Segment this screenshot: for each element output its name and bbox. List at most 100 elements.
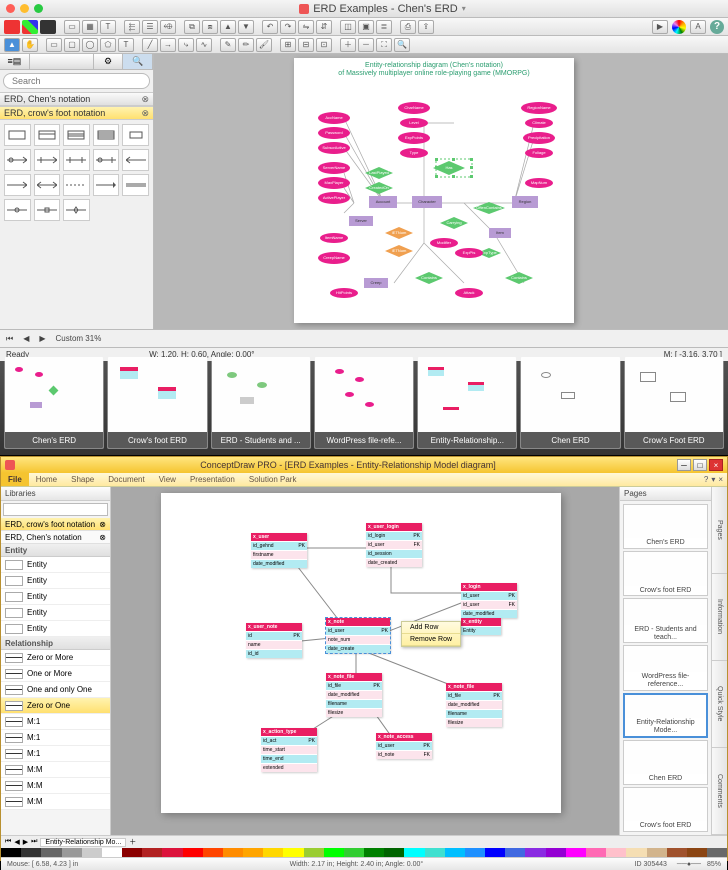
table-userlogin[interactable]: x_user_login id_loginPK id_userFK id_ses… (366, 523, 422, 567)
library-header-crowsfoot[interactable]: ERD, crow's foot notation ⊗ (0, 106, 153, 120)
align-left-icon[interactable]: ⬱ (124, 20, 140, 34)
win-lib-chen[interactable]: ERD, Chen's notation⊗ (1, 531, 110, 544)
shape-rel-7[interactable] (63, 199, 90, 221)
rel-shape[interactable]: M:1 (1, 714, 110, 730)
color-swatch[interactable] (142, 848, 162, 857)
table-entity[interactable]: x_entity Entity (461, 618, 501, 635)
thumbnail[interactable]: Entity-Relationship... (417, 356, 517, 449)
add-page-icon[interactable]: ＋ (129, 837, 136, 847)
table-note-selected[interactable]: x_note id_userPK note_num date_create (326, 618, 390, 653)
table-user[interactable]: x_user id_gehndPK firstname date_modifie… (251, 533, 307, 568)
canvas[interactable]: Entity-relationship diagram (Chen's nota… (154, 54, 728, 329)
color-swatch[interactable] (21, 848, 41, 857)
hand-tool-icon[interactable]: ✋ (22, 38, 38, 52)
ribbon-tab-home[interactable]: Home (29, 473, 64, 486)
color-swatch[interactable] (687, 848, 707, 857)
color-swatch[interactable] (263, 848, 283, 857)
minimize-button[interactable] (20, 4, 29, 13)
zoom-slider[interactable]: ──●── (677, 861, 701, 868)
nav-first-icon[interactable]: ⏮ (5, 838, 11, 846)
rel-shape[interactable]: Zero or One (1, 698, 110, 714)
table-noteaccess[interactable]: x_note_access id_userPK id_noteFK (376, 733, 432, 759)
image-tool-icon[interactable]: ▣ (358, 20, 374, 34)
page-thumb[interactable]: WordPress file-reference... (623, 645, 708, 690)
pen-tool-icon[interactable]: ✎ (220, 38, 236, 52)
page-thumb[interactable]: ERD - Students and teach... (623, 598, 708, 643)
vtab-info[interactable]: Information (712, 574, 727, 661)
shape-rel-mm[interactable] (34, 174, 61, 196)
library-tab-icon[interactable]: ≡▤ (0, 54, 30, 69)
nav-last-icon[interactable]: ⏭ (31, 838, 37, 846)
shape-entity[interactable] (4, 124, 31, 146)
table-usernote[interactable]: x_user_note idPK name id_id (246, 623, 302, 658)
color-swatch[interactable] (122, 848, 142, 857)
zoom-button[interactable] (34, 4, 43, 13)
group-icon[interactable]: ⧉ (184, 20, 200, 34)
align-right-icon[interactable]: ⬲ (160, 20, 176, 34)
polygon-icon[interactable]: ⬠ (100, 38, 116, 52)
ribbon-tab-shape[interactable]: Shape (64, 473, 101, 486)
zoom-out-icon[interactable]: － (358, 38, 374, 52)
entity-shape[interactable]: Entity (1, 589, 110, 605)
library-options-icon[interactable]: ⚙ (94, 54, 124, 69)
color-swatch[interactable] (304, 848, 324, 857)
snap-objects-icon[interactable]: ⊡ (316, 38, 332, 52)
table-tool-icon[interactable]: ▦ (82, 20, 98, 34)
back-icon[interactable]: ▼ (238, 20, 254, 34)
thumbnail[interactable]: Chen's ERD (4, 356, 104, 449)
layers-icon[interactable]: ≣ (376, 20, 392, 34)
library-close-icon[interactable]: ⊗ (141, 108, 149, 119)
entity-shape[interactable]: Entity (1, 621, 110, 637)
search-tab-icon[interactable]: 🔍 (123, 54, 153, 69)
curve-icon[interactable]: ∿ (196, 38, 212, 52)
page-tab[interactable]: Entity-Relationship Mo... (40, 838, 126, 847)
color-swatch[interactable] (183, 848, 203, 857)
thumbnail[interactable]: ERD - Students and ... (211, 356, 311, 449)
ribbon-close-icon[interactable]: × (718, 475, 723, 484)
ribbon-tab-solution[interactable]: Solution Park (242, 473, 304, 486)
vtab-style[interactable]: Quick Style (712, 661, 727, 748)
shape-entity-header[interactable] (34, 124, 61, 146)
color-swatch[interactable] (546, 848, 566, 857)
rect-shape-icon[interactable]: ▭ (46, 38, 62, 52)
dropdown-caret-icon[interactable]: ▾ (462, 4, 466, 13)
chart-tool-icon[interactable]: ◫ (340, 20, 356, 34)
table-notefile2[interactable]: x_note_file id_filePK date_modified file… (446, 683, 502, 727)
fonts-icon[interactable]: A (690, 20, 706, 34)
snap-grid-icon[interactable]: ⊞ (280, 38, 296, 52)
flip-h-icon[interactable]: ⇋ (298, 20, 314, 34)
shape-entity-rows[interactable] (63, 124, 90, 146)
pencil-icon[interactable]: ✏ (238, 38, 254, 52)
color-swatch[interactable] (41, 848, 61, 857)
line-tool-icon[interactable]: ╱ (142, 38, 158, 52)
page-thumb[interactable]: Chen ERD (623, 740, 708, 785)
vtab-comments[interactable]: Comments (712, 748, 727, 835)
help-icon[interactable]: ? (710, 20, 724, 34)
ribbon-tab-view[interactable]: View (152, 473, 183, 486)
menu-add-row[interactable]: Add Row (402, 622, 460, 634)
snap-guides-icon[interactable]: ⊟ (298, 38, 314, 52)
zoom-in-icon[interactable]: ＋ (340, 38, 356, 52)
color-swatch[interactable] (707, 848, 727, 857)
rel-shape[interactable]: One or More (1, 666, 110, 682)
shape-rel-m1-b[interactable] (4, 174, 31, 196)
brush-icon[interactable]: 🖌 (256, 38, 272, 52)
text-tool-icon[interactable]: T (100, 20, 116, 34)
shape-rel-one-more[interactable] (34, 149, 61, 171)
ribbon-tab-file[interactable]: File (1, 473, 29, 486)
rel-shape[interactable]: M:1 (1, 746, 110, 762)
color-swatch[interactable] (667, 848, 687, 857)
shape-entity-compact[interactable] (122, 124, 149, 146)
lib-close-icon[interactable]: ⊗ (99, 520, 106, 529)
color-swatch-multi[interactable] (22, 20, 38, 34)
color-swatch[interactable] (566, 848, 586, 857)
zoom-label[interactable]: Custom 31% (56, 334, 102, 343)
ribbon-tab-document[interactable]: Document (101, 473, 151, 486)
shape-rel-double[interactable] (122, 174, 149, 196)
win-canvas[interactable]: x_user id_gehndPK firstname date_modifie… (111, 487, 619, 835)
color-swatch[interactable] (425, 848, 445, 857)
color-swatch[interactable] (586, 848, 606, 857)
rel-shape[interactable]: One and only One (1, 682, 110, 698)
ellipse-icon[interactable]: ◯ (82, 38, 98, 52)
menu-remove-row[interactable]: Remove Row (402, 634, 460, 646)
